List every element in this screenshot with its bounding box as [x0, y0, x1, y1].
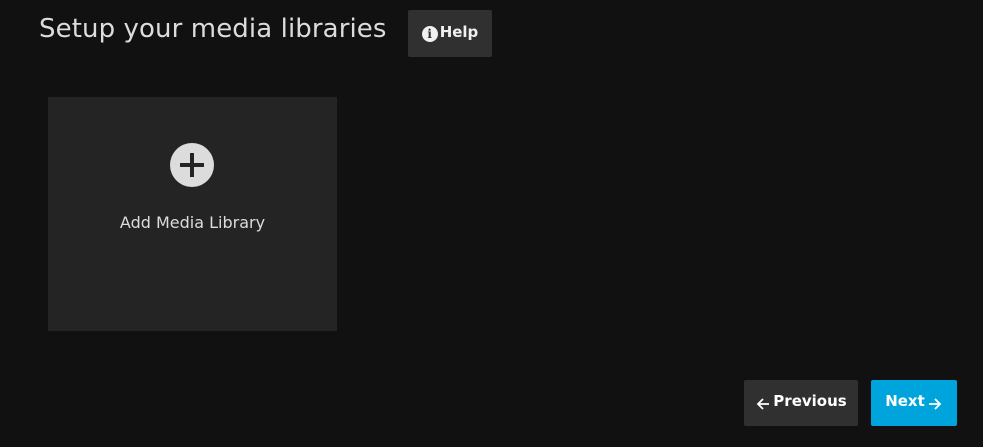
arrow-left-icon: [755, 396, 771, 412]
add-media-library-label: Add Media Library: [119, 213, 266, 232]
info-icon: i: [421, 25, 438, 42]
previous-button[interactable]: Previous: [744, 380, 858, 426]
arrow-right-icon: [927, 396, 943, 412]
next-button[interactable]: Next: [871, 380, 957, 426]
previous-button-label: Previous: [773, 392, 847, 410]
next-button-label: Next: [885, 392, 925, 410]
help-button-label: Help: [439, 22, 479, 41]
page-title: Setup your media libraries: [39, 14, 387, 44]
wizard-page: Setup your media libraries i Help Add Me…: [0, 0, 983, 447]
add-media-library-card[interactable]: Add Media Library: [48, 97, 337, 331]
help-button[interactable]: i Help: [408, 10, 492, 57]
plus-circle-icon: [170, 143, 214, 187]
